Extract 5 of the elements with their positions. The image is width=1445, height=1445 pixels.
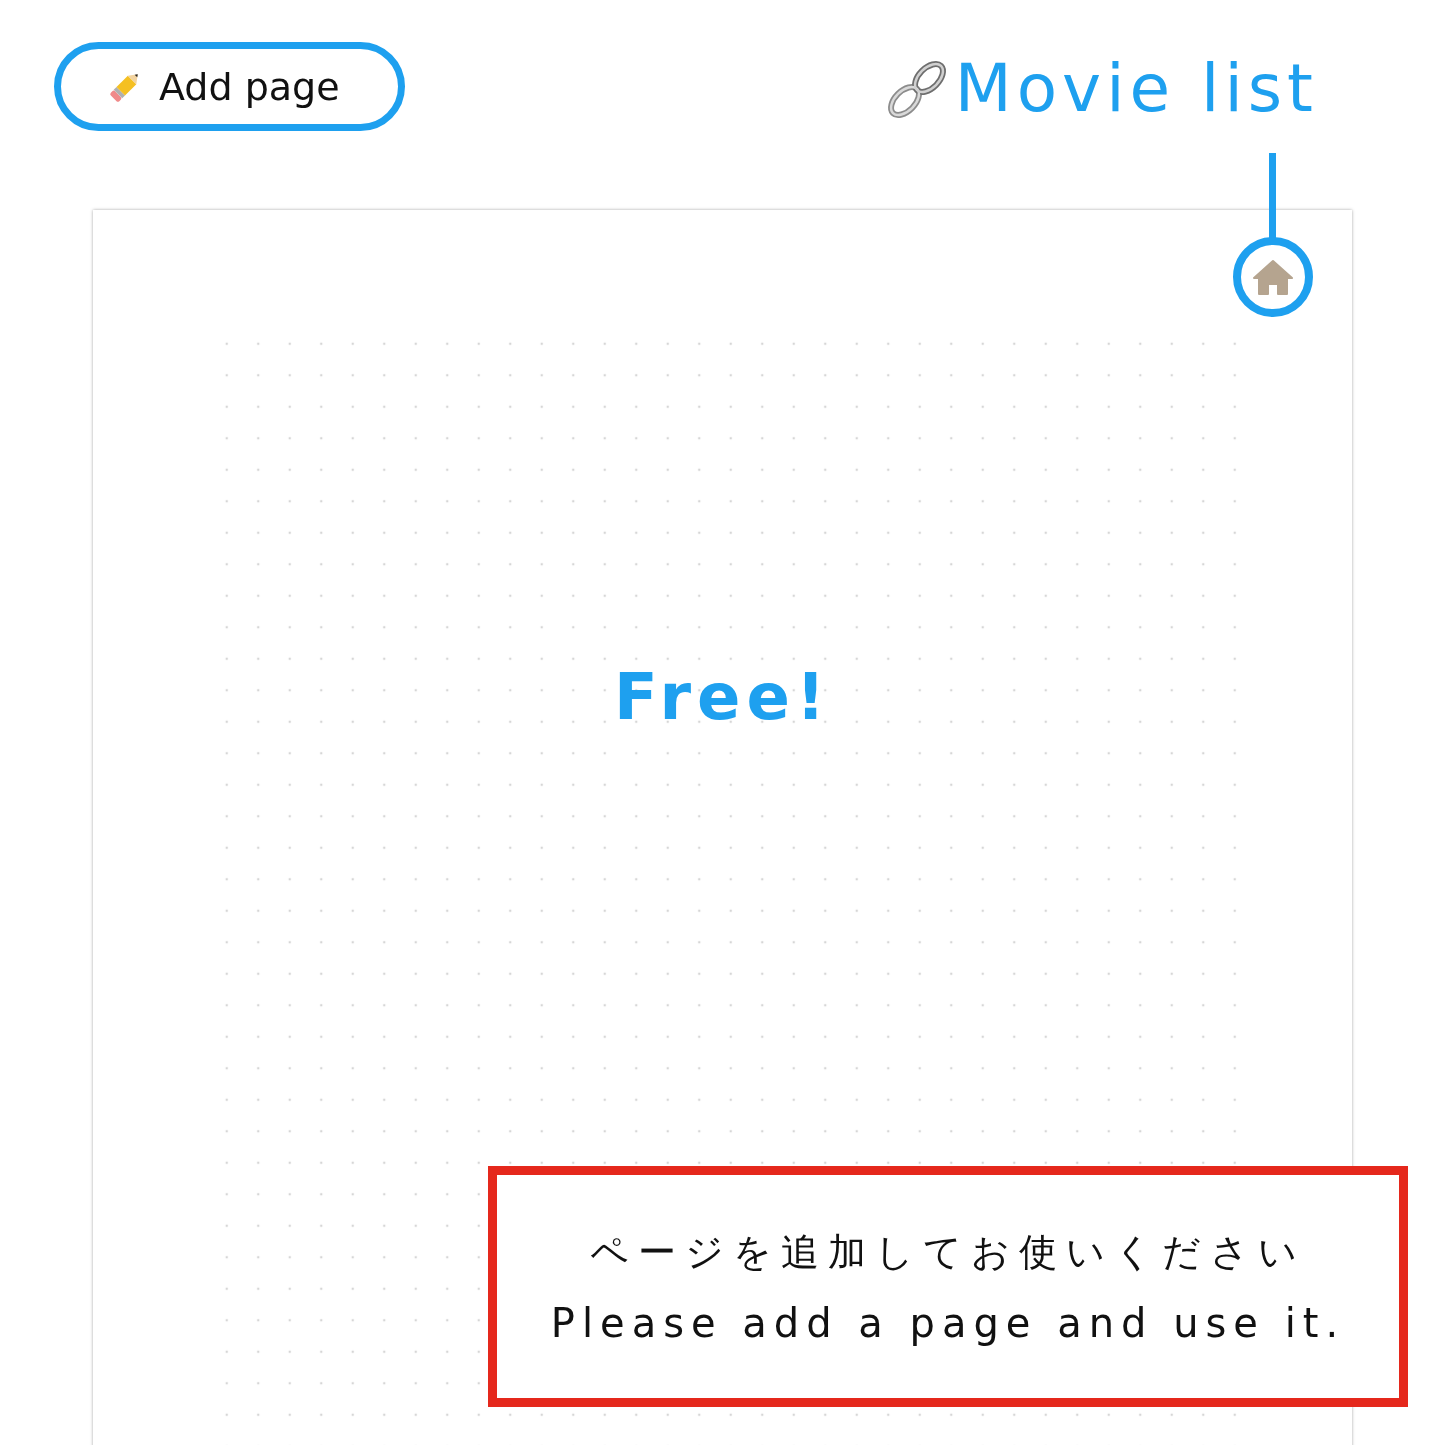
home-icon — [1253, 259, 1293, 295]
notice-text: Please add a page and use it. — [550, 1300, 1346, 1346]
add-page-button[interactable]: Add page — [54, 42, 405, 131]
page-title: Free! — [612, 660, 833, 734]
notice-text: ページを追加してお使いください — [590, 1229, 1306, 1276]
